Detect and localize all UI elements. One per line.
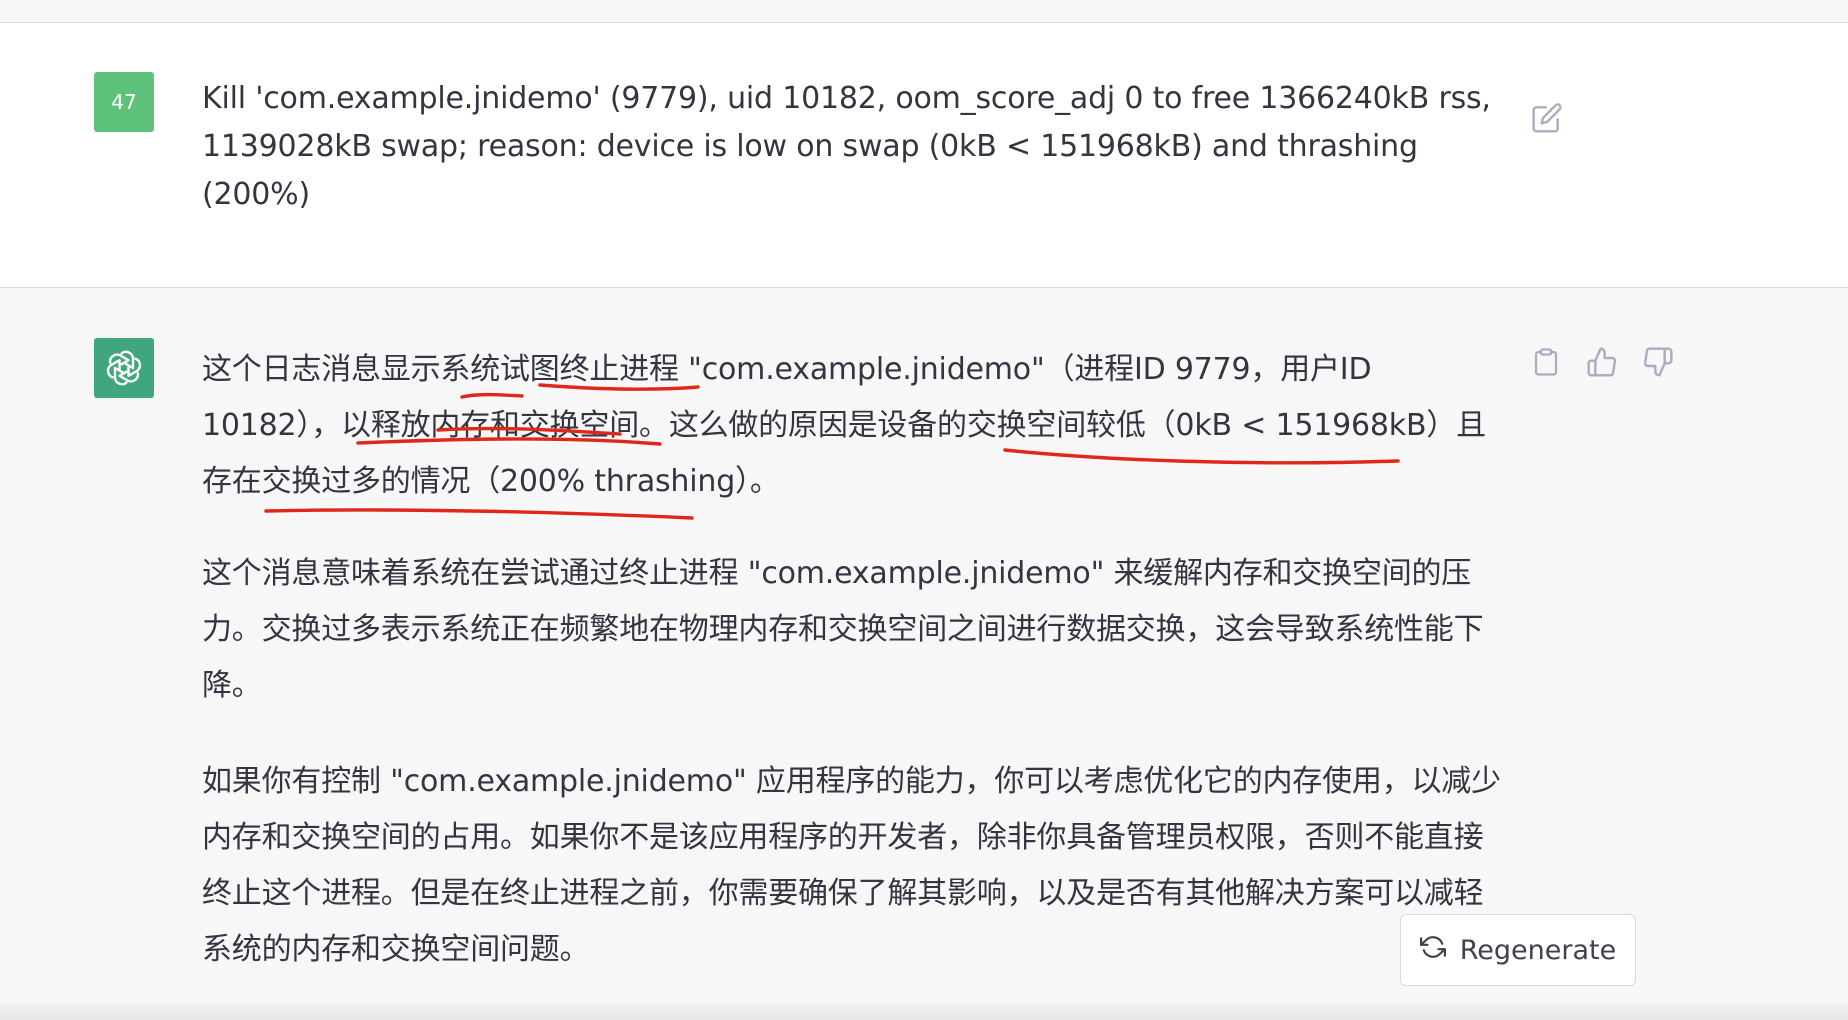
refresh-icon	[1419, 934, 1446, 967]
assistant-message-text: 这个日志消息显示系统试图终止进程 "com.example.jnidemo"（进…	[202, 342, 1502, 1018]
user-avatar: 47	[94, 72, 154, 132]
user-message-text: Kill 'com.example.jnidemo' (9779), uid 1…	[202, 81, 1491, 212]
regenerate-button[interactable]: Regenerate	[1400, 914, 1636, 986]
assistant-paragraph: 这个消息意味着系统在尝试通过终止进程 "com.example.jnidemo"…	[202, 556, 1484, 703]
top-strip	[0, 0, 1848, 23]
clipboard-icon[interactable]	[1528, 344, 1564, 380]
assistant-message-row: 这个日志消息显示系统试图终止进程 "com.example.jnidemo"（进…	[0, 288, 1848, 1020]
assistant-paragraph: 如果你有控制 "com.example.jnidemo" 应用程序的能力，你可以…	[202, 764, 1501, 967]
input-area-edge	[0, 1004, 1848, 1020]
openai-logo-icon	[94, 338, 154, 398]
message-actions	[1528, 344, 1688, 384]
thumbs-down-icon[interactable]	[1640, 344, 1676, 380]
thumbs-up-icon[interactable]	[1584, 344, 1620, 380]
regenerate-label: Regenerate	[1459, 934, 1617, 966]
edit-icon[interactable]	[1530, 101, 1564, 135]
user-message-row: 47 Kill 'com.example.jnidemo' (9779), ui…	[0, 23, 1848, 288]
assistant-paragraph: 这个日志消息显示系统试图终止进程 "com.example.jnidemo"（进…	[202, 352, 1486, 499]
